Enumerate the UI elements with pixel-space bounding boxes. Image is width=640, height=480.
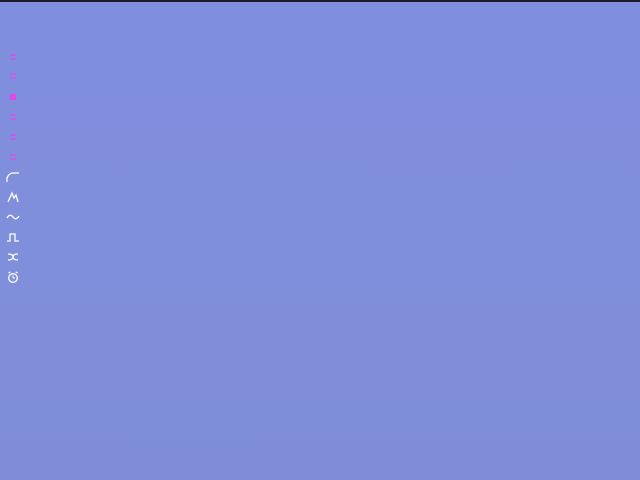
sine-wave-icon [6, 211, 20, 223]
lines-button-1[interactable] [4, 48, 22, 66]
lines-button-2[interactable] [4, 67, 22, 85]
shuffle-icon [6, 251, 20, 263]
lines-button-4[interactable] [4, 108, 22, 126]
lines-button-6[interactable] [4, 148, 22, 166]
spike-wave-button[interactable] [4, 188, 22, 206]
alarm-clock-icon [6, 270, 20, 284]
ramp-wave-button[interactable] [4, 168, 22, 186]
desktop-background [0, 2, 640, 480]
lines-button-5[interactable] [4, 128, 22, 146]
lines-button-3[interactable] [4, 88, 22, 106]
alarm-clock-button[interactable] [4, 268, 22, 286]
menu-lines-icon [8, 52, 18, 62]
shuffle-button[interactable] [4, 248, 22, 266]
sine-wave-button[interactable] [4, 208, 22, 226]
square-wave-icon [6, 231, 20, 243]
menu-lines-icon [8, 92, 18, 102]
menu-lines-icon [8, 112, 18, 122]
menu-lines-icon [8, 71, 18, 81]
menu-lines-icon [8, 132, 18, 142]
menu-lines-icon [8, 152, 18, 162]
square-wave-button[interactable] [4, 228, 22, 246]
ramp-wave-icon [6, 171, 20, 183]
spike-wave-icon [6, 191, 20, 203]
